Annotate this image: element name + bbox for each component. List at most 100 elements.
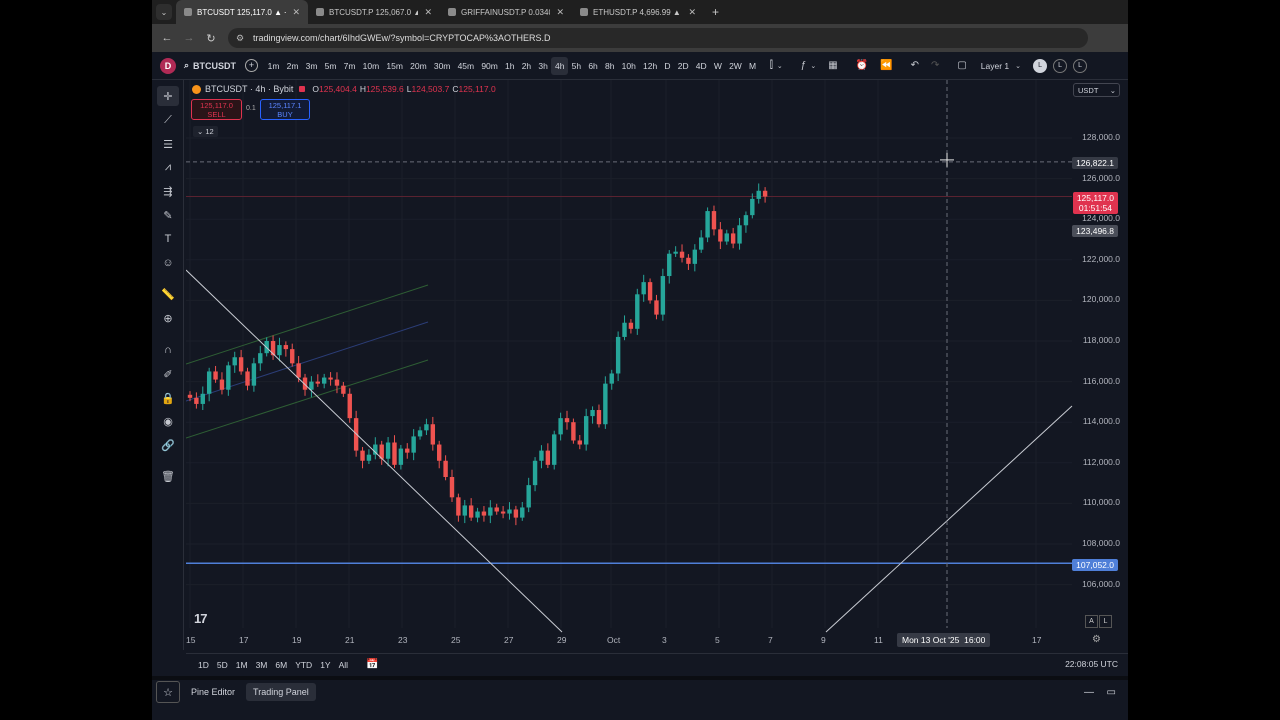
tab-search-icon[interactable]: ⌄ (156, 4, 172, 20)
redo-icon[interactable]: ↷ (931, 60, 939, 71)
trash-icon[interactable]: 🗑 (157, 466, 179, 486)
interval-m[interactable]: M (745, 57, 759, 75)
tab-btcusdt[interactable]: BTCUSDT 125,117.0 ▲ +1.31% · ✕ (176, 0, 308, 24)
range-1y[interactable]: 1Y (316, 660, 334, 670)
interval-3h[interactable]: 3h (535, 57, 552, 75)
range-ytd[interactable]: YTD (291, 660, 316, 670)
interval-4h[interactable]: 4h (551, 56, 569, 75)
pattern-tool-icon[interactable]: ⩘ (157, 157, 179, 177)
minimize-panel-icon[interactable]: — (1084, 687, 1094, 698)
indicators-icon[interactable]: ƒ (801, 60, 807, 71)
chevron-down-icon[interactable]: ⌄ (810, 62, 816, 70)
trendline-tool-icon[interactable]: ⟋ (157, 110, 179, 130)
site-info-icon[interactable]: ⚙ (236, 33, 246, 43)
interval-3m[interactable]: 3m (302, 57, 321, 75)
layer-toggle-3[interactable]: L (1073, 58, 1088, 73)
interval-1m[interactable]: 1m (264, 57, 283, 75)
close-tab-icon[interactable]: ✕ (292, 7, 300, 18)
back-arrow-icon[interactable]: ← (156, 32, 178, 44)
interval-2m[interactable]: 2m (283, 57, 302, 75)
interval-d[interactable]: D (661, 57, 674, 75)
brush-tool-icon[interactable]: ✎ (157, 205, 179, 225)
auto-scale-icon[interactable]: A (1085, 615, 1098, 628)
ruler-tool-icon[interactable]: 📏 (157, 284, 179, 304)
interval-7m[interactable]: 7m (340, 57, 359, 75)
interval-2d[interactable]: 2D (674, 57, 692, 75)
tab-griffainusdt-p[interactable]: GRIFFAINUSDT.P 0.03407 ▲ +5 ✕ (440, 0, 572, 24)
url-field[interactable]: ⚙ tradingview.com/chart/6IhdGWEw/?symbol… (228, 28, 1088, 48)
range-5d[interactable]: 5D (213, 660, 232, 670)
maximize-panel-icon[interactable]: ▭ (1107, 687, 1116, 698)
interval-90m[interactable]: 90m (478, 57, 502, 75)
range-1m[interactable]: 1M (232, 660, 252, 670)
legend-title[interactable]: BTCUSDT · 4h · Bybit (205, 84, 293, 94)
user-avatar[interactable]: D (160, 57, 176, 74)
interval-2w[interactable]: 2W (725, 57, 745, 75)
text-tool-icon[interactable]: T (157, 229, 179, 249)
interval-1h[interactable]: 1h (501, 57, 518, 75)
interval-w[interactable]: W (710, 57, 725, 75)
interval-12h[interactable]: 12h (639, 57, 660, 75)
range-1d[interactable]: 1D (194, 660, 213, 670)
utc-clock[interactable]: 22:08:05 UTC (1065, 659, 1118, 669)
keep-drawing-icon[interactable]: ✐ (157, 364, 179, 384)
symbol-search-button[interactable]: ⌕ BTCUSDT (184, 60, 236, 71)
candle-style-icon[interactable]: ⫿ (770, 60, 773, 71)
currency-selector[interactable]: USDT ⌄ (1073, 83, 1120, 97)
tab-pine-editor[interactable]: Pine Editor (184, 683, 242, 701)
interval-20m[interactable]: 20m (407, 57, 431, 75)
emoji-tool-icon[interactable]: ☺ (157, 253, 179, 273)
interval-2h[interactable]: 2h (518, 57, 535, 75)
layout-grid-icon[interactable]: ▦ (828, 60, 837, 71)
sell-button[interactable]: 125,117.0 SELL (191, 99, 242, 120)
compare-symbol-icon[interactable]: + (245, 59, 259, 72)
undo-icon[interactable]: ↶ (911, 60, 919, 71)
interval-5m[interactable]: 5m (321, 57, 340, 75)
fib-tool-icon[interactable]: ☰ (157, 134, 179, 154)
interval-45m[interactable]: 45m (454, 57, 478, 75)
tab-btcusdt-p[interactable]: BTCUSDT.P 125,067.0 ▲ +1.31% ✕ (308, 0, 440, 24)
crosshair-tool-icon[interactable]: ✛ (157, 86, 179, 106)
indicators-toggle[interactable]: ⌄ 12 (193, 126, 218, 137)
interval-10h[interactable]: 10h (618, 57, 639, 75)
interval-10m[interactable]: 10m (359, 57, 383, 75)
link-icon[interactable]: 🔗 (157, 435, 179, 455)
replay-icon[interactable]: ⏪ (880, 60, 892, 71)
close-tab-icon[interactable]: ✕ (424, 7, 432, 18)
tab-ethusdt-p[interactable]: ETHUSDT.P 4,696.99 ▲ +4.09% ✕ (572, 0, 704, 24)
lock-icon[interactable]: 🔒 (157, 388, 179, 408)
calendar-range-icon[interactable]: 📅 (366, 659, 378, 670)
close-tab-icon[interactable]: ✕ (556, 7, 564, 18)
eye-icon[interactable]: ◉ (157, 411, 179, 431)
interval-6h[interactable]: 6h (585, 57, 602, 75)
layer-selector[interactable]: Layer 1 (981, 61, 1009, 71)
star-icon[interactable]: ☆ (156, 681, 180, 703)
tradingview-logo-icon[interactable]: 17 (194, 611, 208, 626)
reload-icon[interactable]: ↻ (200, 32, 222, 45)
zoom-tool-icon[interactable]: ⊕ (157, 308, 179, 328)
interval-30m[interactable]: 30m (430, 57, 454, 75)
chevron-down-icon[interactable]: ⌄ (777, 62, 783, 70)
projection-tool-icon[interactable]: ⇶ (157, 181, 179, 201)
alert-icon[interactable]: ⏰ (856, 60, 868, 71)
range-6m[interactable]: 6M (271, 660, 291, 670)
interval-15m[interactable]: 15m (383, 57, 407, 75)
close-tab-icon[interactable]: ✕ (688, 7, 696, 18)
new-tab-button[interactable]: + (704, 5, 727, 19)
forward-arrow-icon[interactable]: → (178, 32, 200, 44)
interval-4d[interactable]: 4D (692, 57, 710, 75)
settings-gear-icon[interactable]: ⚙ (1092, 634, 1101, 645)
log-scale-icon[interactable]: L (1099, 615, 1112, 628)
tab-trading-panel[interactable]: Trading Panel (246, 683, 316, 701)
interval-5h[interactable]: 5h (568, 57, 585, 75)
range-all[interactable]: All (335, 660, 352, 670)
chevron-down-icon[interactable]: ⌄ (1015, 62, 1021, 70)
layer-square-icon[interactable]: ▢ (957, 60, 966, 71)
buy-button[interactable]: 125,117.1 BUY (260, 99, 310, 120)
layer-toggle-1[interactable]: L (1033, 58, 1048, 73)
price-chart[interactable] (186, 80, 1126, 650)
magnet-tool-icon[interactable]: ∩ (157, 340, 179, 360)
interval-8h[interactable]: 8h (601, 57, 618, 75)
range-3m[interactable]: 3M (252, 660, 272, 670)
layer-toggle-2[interactable]: L (1053, 58, 1068, 73)
